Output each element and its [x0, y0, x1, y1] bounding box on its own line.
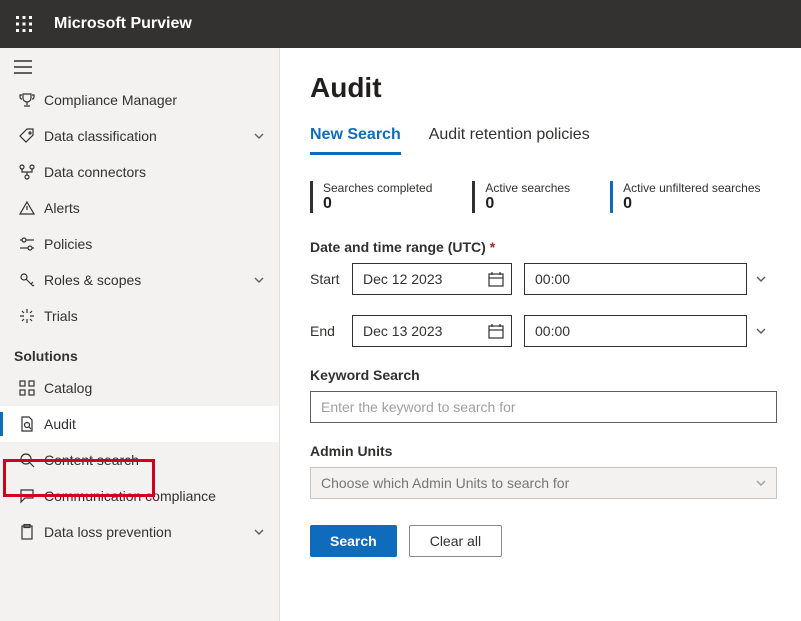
chevron-down-icon — [253, 274, 265, 286]
app-title: Microsoft Purview — [54, 15, 192, 33]
date-range-heading: Date and time range (UTC) * — [310, 239, 777, 255]
required-asterisk: * — [490, 239, 495, 255]
sidebar-item-communication-compliance[interactable]: Communication compliance — [0, 478, 279, 514]
sidebar: Compliance Manager Data classification D… — [0, 48, 280, 621]
end-date-row: End — [310, 315, 777, 347]
start-label: Start — [310, 271, 340, 287]
sidebar-item-data-connectors[interactable]: Data connectors — [0, 154, 279, 190]
top-bar: Microsoft Purview — [0, 0, 801, 48]
start-date-row: Start — [310, 263, 777, 295]
stats-row: Searches completed 0 Active searches 0 A… — [310, 181, 777, 213]
chevron-down-icon — [755, 325, 767, 337]
start-date-input[interactable] — [352, 263, 512, 295]
stat-label: Active unfiltered searches — [623, 181, 760, 195]
sidebar-collapse-button[interactable] — [0, 52, 279, 82]
sidebar-item-label: Catalog — [44, 380, 265, 396]
sidebar-item-label: Data classification — [44, 128, 253, 144]
sidebar-item-label: Compliance Manager — [44, 92, 265, 108]
sparkle-icon — [19, 308, 35, 324]
document-search-icon — [19, 416, 35, 432]
sidebar-item-policies[interactable]: Policies — [0, 226, 279, 262]
stat-value: 0 — [485, 195, 570, 213]
grid-icon — [19, 380, 35, 396]
keyword-search-input[interactable] — [310, 391, 777, 423]
sidebar-item-trials[interactable]: Trials — [0, 298, 279, 334]
sliders-icon — [19, 236, 35, 252]
main-content: Audit New Search Audit retention policie… — [280, 48, 801, 621]
sidebar-item-content-search[interactable]: Content search — [0, 442, 279, 478]
waffle-app-launcher[interactable] — [8, 8, 40, 40]
stat-searches-completed: Searches completed 0 — [310, 181, 432, 213]
tabs: New Search Audit retention policies — [310, 126, 777, 155]
sidebar-item-label: Content search — [44, 452, 265, 468]
sidebar-item-label: Audit — [44, 416, 265, 432]
admin-units-select[interactable] — [310, 467, 777, 499]
sidebar-section-heading: Solutions — [0, 334, 279, 370]
tag-icon — [19, 128, 35, 144]
action-buttons: Search Clear all — [310, 525, 777, 557]
stat-label: Active searches — [485, 181, 570, 195]
stat-active-unfiltered-searches: Active unfiltered searches 0 — [610, 181, 760, 213]
chat-icon — [19, 488, 35, 504]
clear-all-button[interactable]: Clear all — [409, 525, 502, 557]
sidebar-item-data-classification[interactable]: Data classification — [0, 118, 279, 154]
trophy-icon — [19, 92, 35, 108]
end-date-input[interactable] — [352, 315, 512, 347]
tab-new-search[interactable]: New Search — [310, 126, 401, 155]
sidebar-item-roles-scopes[interactable]: Roles & scopes — [0, 262, 279, 298]
hamburger-icon — [14, 60, 32, 74]
tab-audit-retention-policies[interactable]: Audit retention policies — [429, 126, 590, 155]
sidebar-item-label: Roles & scopes — [44, 272, 253, 288]
sidebar-item-label: Trials — [44, 308, 265, 324]
stat-label: Searches completed — [323, 181, 432, 195]
admin-units-heading: Admin Units — [310, 443, 777, 459]
sidebar-item-audit[interactable]: Audit — [0, 406, 279, 442]
chevron-down-icon — [253, 130, 265, 142]
sidebar-item-label: Data loss prevention — [44, 524, 253, 540]
sidebar-item-catalog[interactable]: Catalog — [0, 370, 279, 406]
search-icon — [19, 452, 35, 468]
search-button[interactable]: Search — [310, 525, 397, 557]
sidebar-item-label: Alerts — [44, 200, 265, 216]
warning-icon — [19, 200, 35, 216]
chevron-down-icon — [755, 273, 767, 285]
sidebar-item-alerts[interactable]: Alerts — [0, 190, 279, 226]
stat-active-searches: Active searches 0 — [472, 181, 570, 213]
connector-icon — [19, 164, 35, 180]
start-time-select[interactable] — [524, 263, 747, 295]
end-time-select[interactable] — [524, 315, 747, 347]
key-icon — [19, 272, 35, 288]
stat-value: 0 — [623, 195, 760, 213]
waffle-icon — [16, 16, 32, 32]
end-label: End — [310, 323, 340, 339]
sidebar-item-compliance-manager[interactable]: Compliance Manager — [0, 82, 279, 118]
page-title: Audit — [310, 72, 777, 104]
chevron-down-icon — [253, 526, 265, 538]
sidebar-item-label: Policies — [44, 236, 265, 252]
keyword-heading: Keyword Search — [310, 367, 777, 383]
date-range-heading-text: Date and time range (UTC) — [310, 239, 486, 255]
stat-value: 0 — [323, 195, 432, 213]
sidebar-item-data-loss-prevention[interactable]: Data loss prevention — [0, 514, 279, 550]
sidebar-item-label: Communication compliance — [44, 488, 265, 504]
sidebar-item-label: Data connectors — [44, 164, 265, 180]
clipboard-icon — [19, 524, 35, 540]
